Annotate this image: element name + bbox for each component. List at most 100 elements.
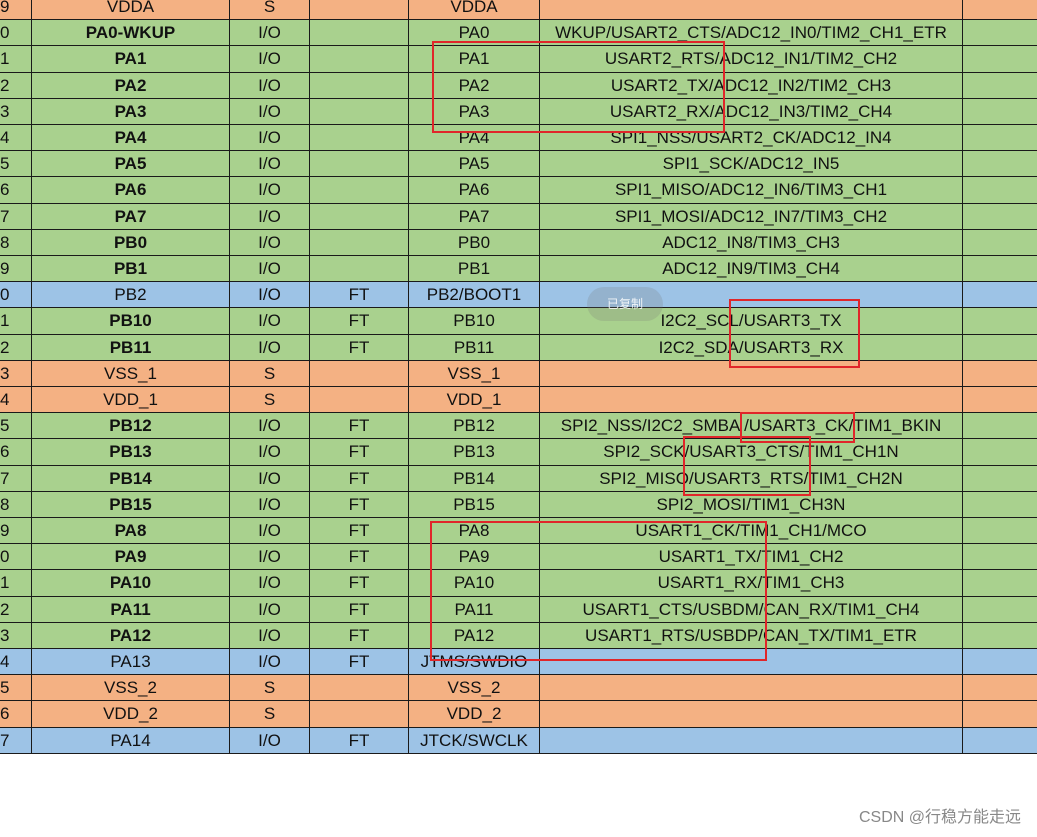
io-level-cell: FT bbox=[310, 308, 409, 335]
io-level-cell: FT bbox=[310, 570, 409, 597]
main-function-cell: PB15 bbox=[409, 491, 540, 518]
table-row: 7 PA14 I/O FT JTCK/SWCLK bbox=[0, 727, 1037, 754]
pin-number-cell: 8 bbox=[0, 229, 32, 256]
pin-number-cell: 6 bbox=[0, 177, 32, 204]
pin-number-cell: 7 bbox=[0, 203, 32, 230]
alternate-function-cell bbox=[540, 649, 963, 676]
io-level-cell bbox=[310, 675, 409, 702]
main-function-cell: PB1 bbox=[409, 256, 540, 283]
io-level-cell bbox=[310, 0, 409, 21]
pin-name-cell: PB12 bbox=[32, 413, 230, 440]
pin-number-cell: 1 bbox=[0, 46, 32, 73]
pin-name-cell: PA3 bbox=[32, 98, 230, 125]
remap-cell bbox=[963, 649, 1037, 676]
main-function-cell: PA0 bbox=[409, 20, 540, 47]
pin-type-cell: I/O bbox=[230, 491, 310, 518]
alternate-function-cell bbox=[540, 701, 963, 728]
main-function-cell: PA1 bbox=[409, 46, 540, 73]
io-level-cell bbox=[310, 98, 409, 125]
io-level-cell: FT bbox=[310, 282, 409, 309]
pin-number-cell: 9 bbox=[0, 0, 32, 21]
pin-name-cell: PA4 bbox=[32, 125, 230, 152]
alternate-function-cell: USART1_TX/TIM1_CH2 bbox=[540, 544, 963, 571]
main-function-cell: PA8 bbox=[409, 518, 540, 545]
pin-name-cell: PB0 bbox=[32, 229, 230, 256]
pin-type-cell: I/O bbox=[230, 282, 310, 309]
io-level-cell bbox=[310, 46, 409, 73]
main-function-cell: PA11 bbox=[409, 596, 540, 623]
io-level-cell: FT bbox=[310, 649, 409, 676]
io-level-cell bbox=[310, 151, 409, 178]
pin-name-cell: PB1 bbox=[32, 256, 230, 283]
remap-cell bbox=[963, 518, 1037, 545]
pin-type-cell: S bbox=[230, 360, 310, 387]
pin-number-cell: 0 bbox=[0, 282, 32, 309]
remap-cell bbox=[963, 597, 1037, 623]
table-row: 5 PB12 I/O FT PB12 SPI2_NSS/I2C2_SMBA /USART3… bbox=[0, 413, 1037, 440]
table-row: 4 VDD_1 S VDD_1 bbox=[0, 387, 1037, 414]
pin-name-cell: PB2 bbox=[32, 282, 230, 309]
main-function-cell: VDD_1 bbox=[409, 387, 540, 414]
pin-name-cell: PA1 bbox=[32, 46, 230, 73]
alternate-function-cell: SPI1_NSS/USART2_CK/ADC12_IN4 bbox=[540, 125, 963, 152]
pin-type-cell: I/O bbox=[230, 308, 310, 335]
remap-cell bbox=[963, 623, 1037, 649]
pin-number-cell: 1 bbox=[0, 570, 32, 597]
remap-cell bbox=[963, 701, 1037, 728]
table-row: 9 PB1 I/O PB1 ADC12_IN9/TIM3_CH4 bbox=[0, 256, 1037, 283]
main-function-cell: PA7 bbox=[409, 203, 540, 230]
table-row: 2 PB11 I/O FT PB11 I2C2_SDA/USART3_RX bbox=[0, 334, 1037, 361]
table-row: 7 PA7 I/O PA7 SPI1_MOSI/ADC12_IN7/TIM3_CH2 bbox=[0, 203, 1037, 230]
remap-cell bbox=[963, 99, 1037, 125]
remap-cell bbox=[963, 230, 1037, 256]
alternate-function-cell: SPI1_MOSI/ADC12_IN7/TIM3_CH2 bbox=[540, 203, 963, 230]
pin-type-cell: I/O bbox=[230, 98, 310, 125]
alternate-function-cell: SPI1_SCK/ADC12_IN5 bbox=[540, 151, 963, 178]
alternate-function-cell: I2C2_SDA/USART3_RX bbox=[540, 334, 963, 361]
io-level-cell bbox=[310, 72, 409, 99]
main-function-cell: VSS_2 bbox=[409, 675, 540, 702]
table-row: 5 VSS_2 S VSS_2 bbox=[0, 675, 1037, 702]
pin-name-cell: PA8 bbox=[32, 518, 230, 545]
io-level-cell bbox=[310, 20, 409, 47]
main-function-cell: PA4 bbox=[409, 125, 540, 152]
main-function-cell: PB12 bbox=[409, 413, 540, 440]
table-row: 2 PA11 I/O FT PA11 USART1_CTS/USBDM/CAN_RX/TI… bbox=[0, 596, 1037, 623]
table-row: 0 PB2 I/O FT PB2/BOOT1 bbox=[0, 282, 1037, 309]
remap-cell bbox=[963, 361, 1037, 387]
pin-number-cell: 3 bbox=[0, 98, 32, 125]
pin-name-cell: PA9 bbox=[32, 544, 230, 571]
table-row: 4 PA13 I/O FT JTMS/SWDIO bbox=[0, 649, 1037, 676]
pin-name-cell: PB13 bbox=[32, 439, 230, 466]
pin-type-cell: I/O bbox=[230, 177, 310, 204]
main-function-cell: VDDA bbox=[409, 0, 540, 21]
table-row: 4 PA4 I/O PA4 SPI1_NSS/USART2_CK/ADC12_IN4 bbox=[0, 125, 1037, 152]
alternate-function-cell: USART1_CTS/USBDM/CAN_RX/TIM1_CH4 bbox=[540, 596, 963, 623]
table-row: 5 PA5 I/O PA5 SPI1_SCK/ADC12_IN5 bbox=[0, 151, 1037, 178]
remap-cell bbox=[963, 20, 1037, 47]
main-function-cell: VSS_1 bbox=[409, 360, 540, 387]
pin-name-cell: PA12 bbox=[32, 622, 230, 649]
pin-number-cell: 6 bbox=[0, 439, 32, 466]
pin-type-cell: I/O bbox=[230, 229, 310, 256]
pin-name-cell: PA6 bbox=[32, 177, 230, 204]
pin-name-cell: PA13 bbox=[32, 649, 230, 676]
alternate-function-cell bbox=[540, 0, 963, 21]
remap-cell bbox=[963, 151, 1037, 178]
pin-type-cell: I/O bbox=[230, 151, 310, 178]
pin-type-cell: I/O bbox=[230, 20, 310, 47]
io-level-cell: FT bbox=[310, 465, 409, 492]
alternate-function-cell: SPI1_MISO/ADC12_IN6/TIM3_CH1 bbox=[540, 177, 963, 204]
main-function-cell: PB0 bbox=[409, 229, 540, 256]
alternate-function-cell bbox=[540, 727, 963, 754]
main-function-cell: PB10 bbox=[409, 308, 540, 335]
main-function-cell: PA10 bbox=[409, 570, 540, 597]
main-function-cell: PA5 bbox=[409, 151, 540, 178]
alternate-function-cell: SPI2_NSS/I2C2_SMBA /USART3_CK/TIM1_BKIN bbox=[540, 413, 963, 440]
pin-number-cell: 9 bbox=[0, 256, 32, 283]
pin-name-cell: VDD_2 bbox=[32, 701, 230, 728]
pin-number-cell: 4 bbox=[0, 125, 32, 152]
pin-type-cell: I/O bbox=[230, 622, 310, 649]
alternate-function-cell: WKUP/USART2_CTS/ADC12_IN0/TIM2_CH1_ETR bbox=[540, 20, 963, 47]
remap-cell bbox=[963, 466, 1037, 492]
